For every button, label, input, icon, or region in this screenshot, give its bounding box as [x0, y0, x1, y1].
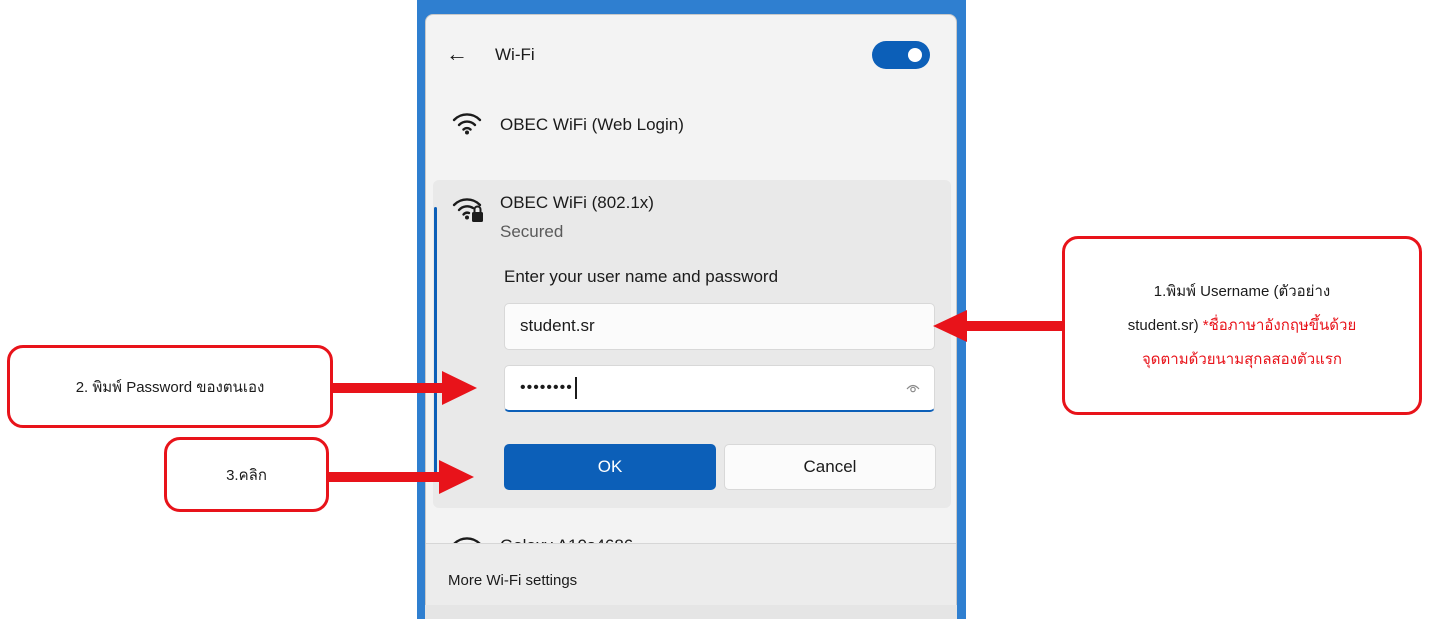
reveal-password-icon[interactable]	[906, 382, 920, 394]
back-arrow-icon[interactable]: ←	[446, 43, 468, 65]
network-status: Secured	[500, 222, 564, 241]
username-field[interactable]: student.sr	[504, 303, 935, 350]
network-name: OBEC WiFi (802.1x)	[500, 193, 654, 212]
selection-accent-bar	[434, 207, 437, 480]
cancel-button[interactable]: Cancel	[724, 444, 936, 490]
credentials-prompt: Enter your user name and password	[504, 267, 779, 286]
callout-username: 1.พิมพ์ Username (ตัวอย่าง student.sr) *…	[1062, 236, 1422, 415]
arrow-to-ok	[329, 460, 474, 494]
callout-password: 2. พิมพ์ Password ของตนเอง	[7, 345, 333, 428]
password-dots: ••••••••	[520, 379, 573, 397]
callout-click: 3.คลิก	[164, 437, 329, 512]
password-mask: ••••••••	[520, 377, 577, 399]
wifi-panel: ← Wi-Fi OBEC WiFi (Web Login) OBEC WiFi …	[425, 14, 957, 619]
network-item-obec-web-login[interactable]: OBEC WiFi (Web Login)	[426, 105, 956, 145]
password-field[interactable]: ••••••••	[504, 365, 935, 412]
callout-username-example: student.sr)	[1127, 316, 1199, 334]
ok-button[interactable]: OK	[504, 444, 716, 490]
more-wifi-settings-link[interactable]: More Wi-Fi settings	[448, 572, 577, 589]
arrow-to-password	[332, 371, 477, 405]
callout-username-line1: 1.พิมพ์ Username (ตัวอย่าง	[1153, 282, 1331, 300]
callout-username-line3: จุดตามด้วยนามสุกลสองตัวแรก	[1142, 350, 1342, 368]
toggle-knob	[908, 48, 922, 62]
panel-title: Wi-Fi	[495, 45, 535, 64]
username-value: student.sr	[520, 316, 595, 335]
callout-username-line2: student.sr) *ชื่อภาษาอังกฤษขึ้นด้วย	[1128, 309, 1357, 343]
wifi-icon	[452, 113, 482, 135]
network-name: OBEC WiFi (Web Login)	[500, 115, 684, 134]
callout-username-note: *ชื่อภาษาอังกฤษขึ้นด้วย	[1198, 316, 1357, 334]
wifi-lock-icon	[452, 198, 483, 222]
arrow-to-username	[933, 310, 1063, 342]
wifi-toggle[interactable]	[872, 41, 930, 69]
taskbar-strip	[425, 605, 957, 619]
text-caret	[574, 377, 577, 399]
